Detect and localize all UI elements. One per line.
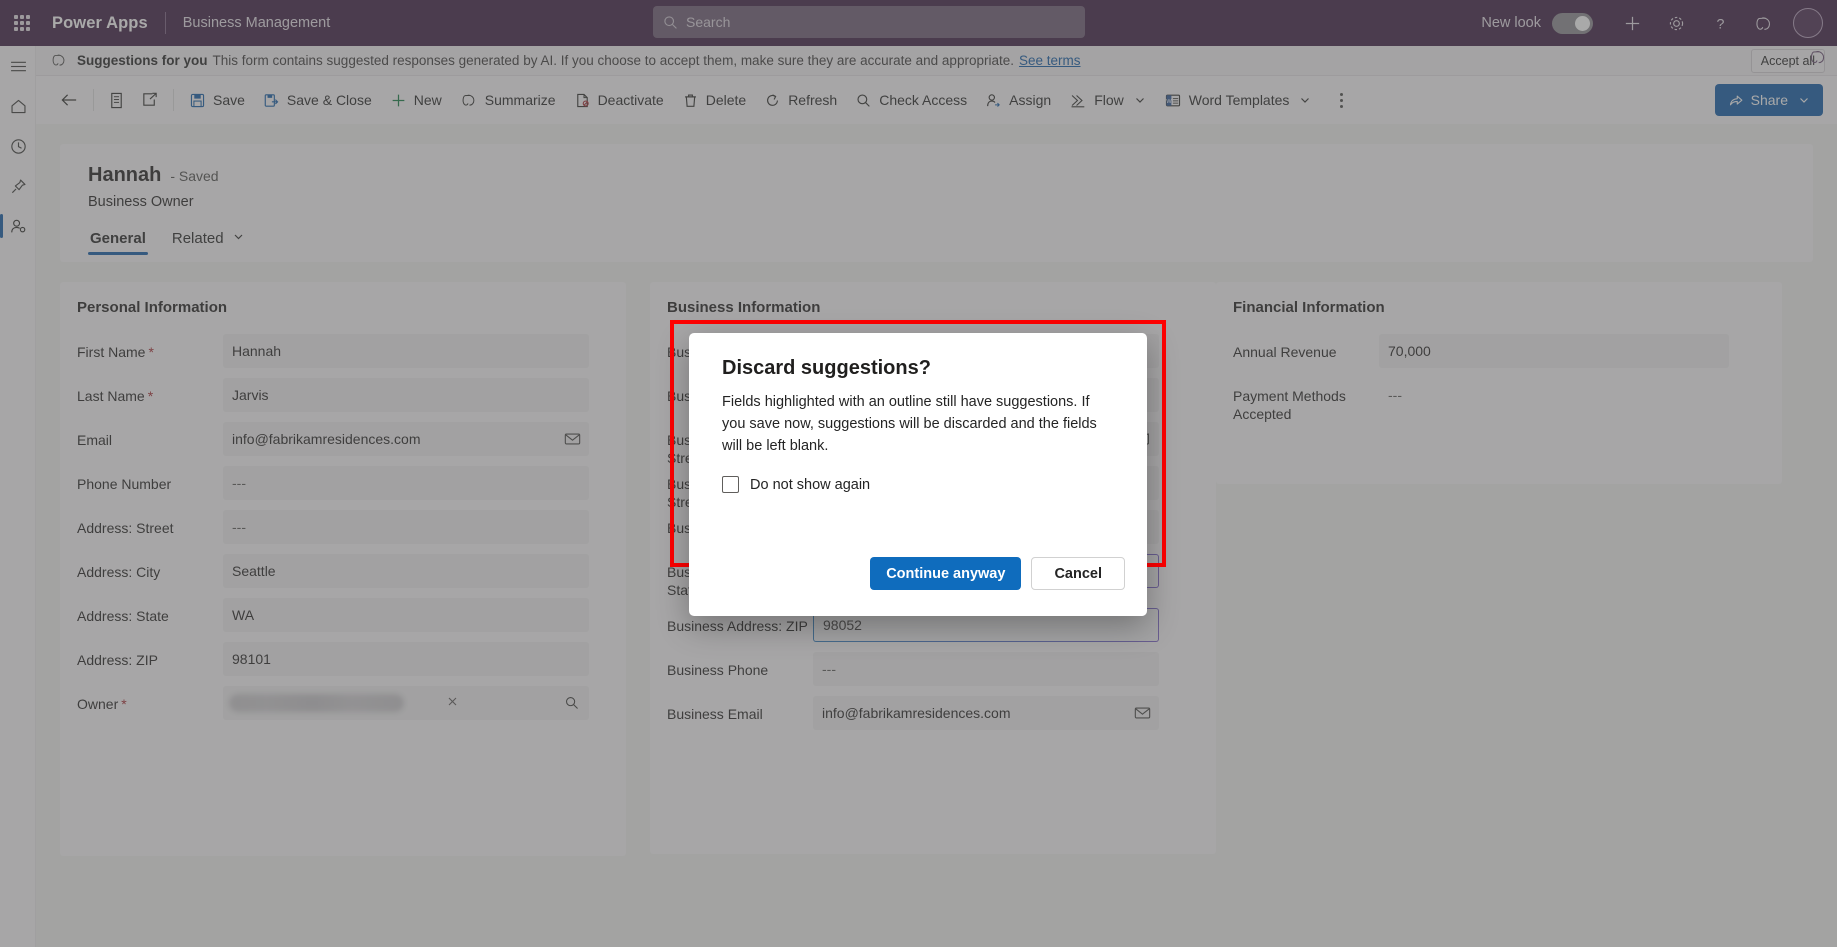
dialog-title: Discard suggestions? [722,357,931,379]
do-not-show-again-label: Do not show again [750,476,871,493]
do-not-show-again-row[interactable]: Do not show again [722,476,870,493]
dialog-body-text: Fields highlighted with an outline still… [722,394,1097,454]
dialog-actions: Continue anyway Cancel [870,557,1125,590]
continue-anyway-button[interactable]: Continue anyway [870,557,1022,590]
discard-suggestions-dialog: Discard suggestions? Fields highlighted … [689,333,1147,616]
cancel-button[interactable]: Cancel [1031,557,1125,590]
do-not-show-again-checkbox[interactable] [722,476,739,493]
